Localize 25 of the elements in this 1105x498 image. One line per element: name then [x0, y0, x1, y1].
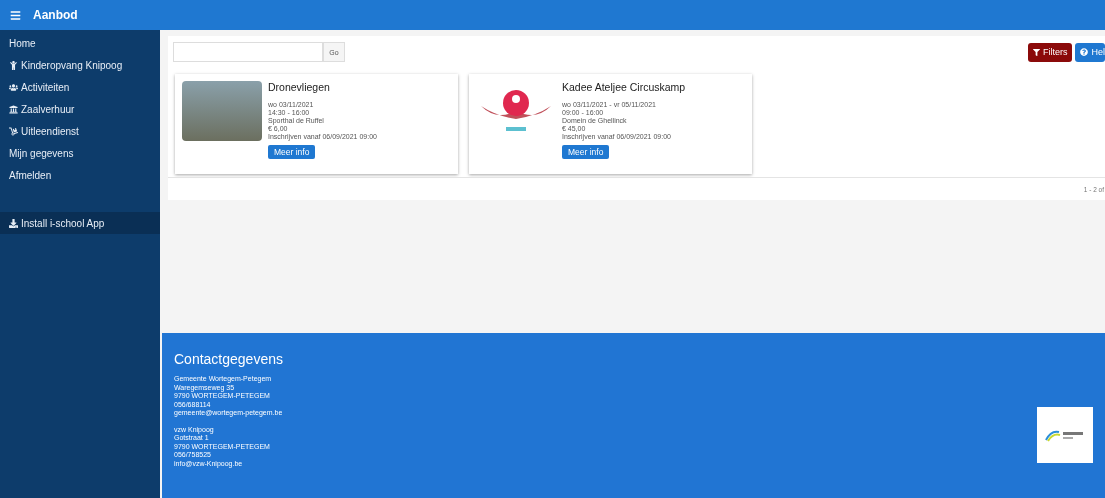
sidebar-item[interactable]: Mijn gegevens	[0, 142, 160, 164]
sidebar-item[interactable]: Home	[0, 32, 160, 54]
sidebar-item[interactable]: Kinderopvang Knipoog	[0, 54, 160, 76]
help-icon	[1080, 48, 1089, 56]
menu-icon[interactable]	[10, 9, 21, 21]
sidebar-item[interactable]: Install i-school App	[0, 212, 160, 234]
sidebar-item[interactable]: Activiteiten	[0, 76, 160, 98]
footer-title: Contactgegevens	[174, 351, 284, 367]
sidebar-item[interactable]: Uitleendienst	[0, 120, 160, 142]
page-title: Aanbod	[33, 8, 78, 22]
help-button[interactable]: Hel	[1075, 42, 1105, 62]
filter-icon	[1033, 48, 1040, 56]
card-title: Dronevliegen	[268, 81, 331, 93]
card-title: Kadee Ateljee Circuskamp	[562, 81, 686, 93]
download-icon	[9, 218, 18, 228]
sidebar-item[interactable]: Afmelden	[0, 164, 160, 186]
hand-truck-icon	[9, 126, 18, 136]
more-info-button[interactable]: Meer info	[268, 145, 316, 159]
more-info-button[interactable]: Meer info	[562, 145, 610, 159]
building-icon	[9, 104, 18, 114]
child-icon	[9, 60, 18, 70]
search-field[interactable]	[173, 42, 323, 62]
users-icon	[9, 82, 18, 92]
sidebar-item[interactable]: Zaalverhuur	[0, 98, 160, 120]
filters-button[interactable]: Filters	[1028, 42, 1073, 62]
